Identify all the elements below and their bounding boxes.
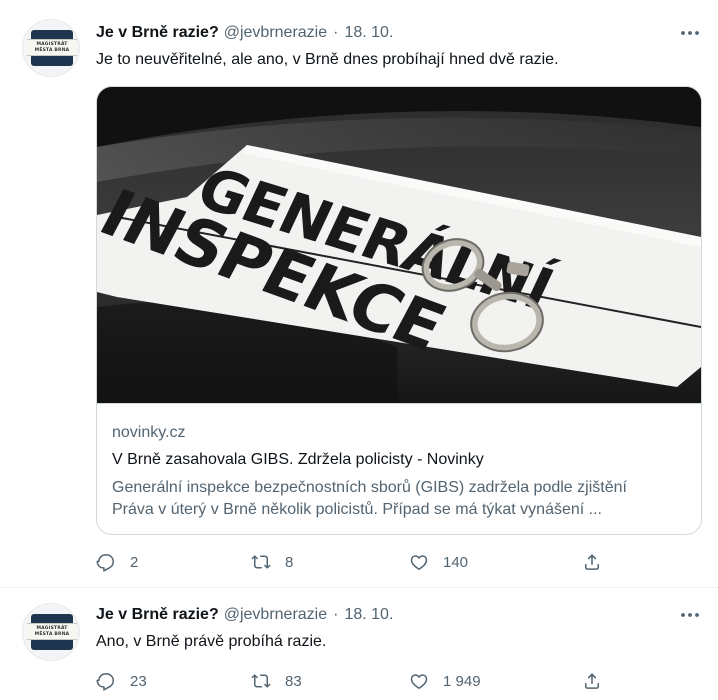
retweet-count: 83: [285, 672, 302, 690]
like-button[interactable]: 1 949: [409, 669, 481, 693]
author-name[interactable]: Je v Brně razie?: [96, 606, 219, 624]
tweet-date[interactable]: 18. 10.: [344, 606, 393, 624]
avatar[interactable]: MAGISTRÁT MĚSTA BRNA: [22, 19, 80, 77]
author-handle[interactable]: @jevbrnerazie: [224, 606, 327, 624]
reply-count: 2: [130, 553, 139, 571]
separator-dot: ·: [333, 24, 339, 41]
tweet-actions: 2 8 140: [96, 550, 616, 574]
more-horizontal-icon: [681, 31, 699, 35]
reply-icon: [96, 554, 114, 572]
reply-icon: [96, 673, 114, 691]
more-options-button[interactable]: [678, 606, 702, 624]
author-handle[interactable]: @jevbrnerazie: [224, 24, 327, 42]
tweet-header: Je v Brně razie? @jevbrnerazie · 18. 10.: [96, 604, 393, 626]
card-image-art: GENERÁLNÍ INSPEKCE: [97, 87, 701, 403]
more-horizontal-icon: [681, 613, 699, 617]
like-button[interactable]: 140: [409, 550, 468, 574]
tweet-text: Je to neuvěřitelné, ale ano, v Brně dnes…: [96, 51, 559, 68]
share-button[interactable]: [582, 550, 602, 574]
card-title: V Brně zasahovala GIBS. Zdržela policist…: [112, 451, 484, 468]
avatar[interactable]: MAGISTRÁT MĚSTA BRNA: [22, 603, 80, 661]
card-description-line2: Práva v úterý v Brně několik policistů. …: [112, 501, 602, 518]
like-count: 140: [443, 553, 469, 571]
tweet-text: Ano, v Brně právě probíhá razie.: [96, 633, 327, 650]
link-card[interactable]: GENERÁLNÍ INSPEKCE novinky.cz V Brně zas…: [96, 86, 702, 535]
share-icon: [585, 554, 599, 570]
tweet[interactable]: MAGISTRÁT MĚSTA BRNA Je v Brně razie? @j…: [0, 588, 718, 700]
card-image: GENERÁLNÍ INSPEKCE: [97, 87, 701, 403]
like-count: 1 949: [443, 672, 481, 690]
reply-button[interactable]: 2: [96, 550, 138, 574]
share-icon: [585, 673, 599, 689]
card-body: novinky.cz V Brně zasahovala GIBS. Zdrže…: [97, 403, 701, 534]
retweet-icon: [251, 555, 271, 569]
heart-icon: [410, 555, 428, 570]
tweet-actions: 23 83 1 949: [96, 669, 616, 693]
retweet-icon: [251, 674, 271, 688]
card-description: Generální inspekce bezpečnostních sborů …: [112, 477, 692, 521]
avatar-sign-line2: MĚSTA BRNA: [34, 47, 70, 53]
tweet-date[interactable]: 18. 10.: [344, 24, 393, 42]
tweet-header: Je v Brně razie? @jevbrnerazie · 18. 10.: [96, 22, 393, 44]
avatar-plate: MAGISTRÁT MĚSTA BRNA: [27, 623, 77, 640]
tweet[interactable]: MAGISTRÁT MĚSTA BRNA Je v Brně razie? @j…: [0, 0, 718, 588]
share-button[interactable]: [582, 669, 602, 693]
separator-dot: ·: [333, 606, 339, 623]
author-name[interactable]: Je v Brně razie?: [96, 24, 219, 42]
more-options-button[interactable]: [678, 24, 702, 42]
reply-count: 23: [130, 672, 147, 690]
card-description-line1: Generální inspekce bezpečnostních sborů …: [112, 479, 627, 496]
retweet-button[interactable]: 83: [251, 669, 302, 693]
card-domain: novinky.cz: [112, 424, 186, 441]
reply-button[interactable]: 23: [96, 669, 147, 693]
retweet-count: 8: [285, 553, 294, 571]
heart-icon: [410, 674, 428, 689]
avatar-sign-line2: MĚSTA BRNA: [34, 631, 70, 637]
avatar-plate: MAGISTRÁT MĚSTA BRNA: [27, 39, 77, 56]
retweet-button[interactable]: 8: [251, 550, 293, 574]
